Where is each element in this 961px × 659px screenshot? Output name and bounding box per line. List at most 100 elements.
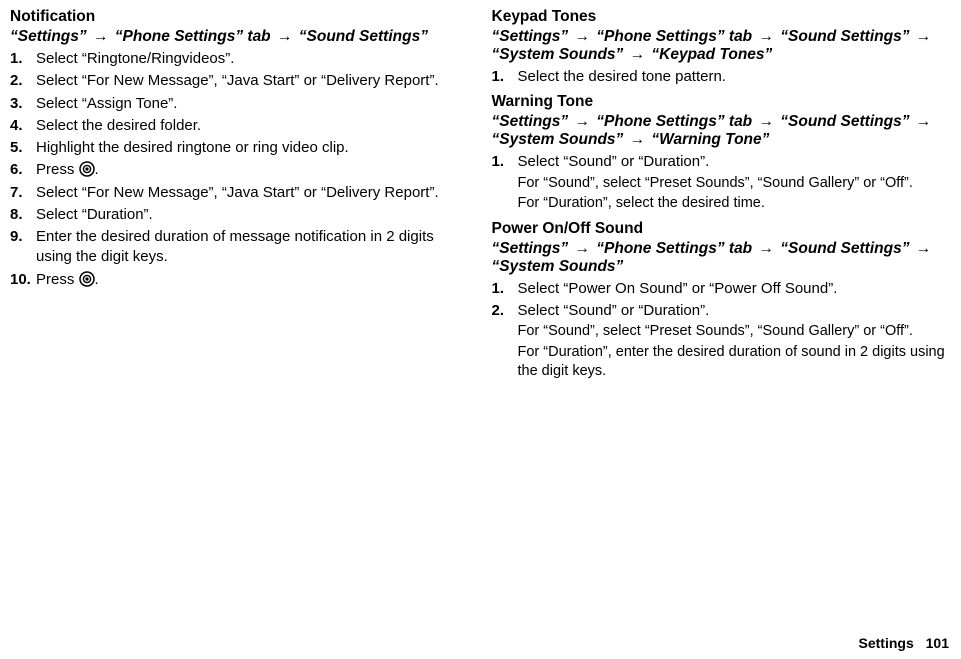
step-text: Select “Ringtone/Ringvideos”.: [36, 50, 234, 67]
breadcrumb-segment: “Sound Settings”: [780, 28, 909, 45]
section-title: Keypad Tones: [492, 8, 952, 26]
step-item: 1.Select “Power On Sound” or “Power Off …: [492, 279, 952, 299]
step-body: Select “Ringtone/Ringvideos”.: [36, 49, 470, 69]
breadcrumb-segment: “System Sounds”: [492, 258, 624, 275]
section-title: Power On/Off Sound: [492, 220, 952, 238]
step-text: Select “Assign Tone”.: [36, 95, 177, 112]
section-steps: 1.Select “Power On Sound” or “Power Off …: [492, 279, 952, 382]
center-button-icon: [79, 161, 95, 177]
step-text-post: .: [95, 271, 99, 288]
step-text-pre: Press: [36, 161, 79, 178]
step-number: 9.: [10, 227, 36, 247]
step-subtext: For “Duration”, select the desired time.: [518, 194, 952, 214]
arrow-icon: →: [752, 240, 780, 257]
arrow-icon: →: [752, 113, 780, 130]
notification-steps: 1.Select “Ringtone/Ringvideos”.2.Select …: [10, 49, 470, 290]
step-body: Select “For New Message”, “Java Start” o…: [36, 183, 470, 203]
breadcrumb-segment: “Phone Settings” tab: [596, 28, 752, 45]
step-subtext: For “Sound”, select “Preset Sounds”, “So…: [518, 322, 952, 342]
step-item: 6.Press .: [10, 160, 470, 180]
breadcrumb-segment: “Phone Settings” tab: [596, 240, 752, 257]
step-item: 9.Enter the desired duration of message …: [10, 227, 470, 268]
step-number: 1.: [492, 152, 518, 172]
arrow-icon: →: [623, 46, 651, 63]
step-number: 3.: [10, 94, 36, 114]
footer-page-number: 101: [926, 635, 949, 651]
step-item: 10.Press .: [10, 270, 470, 290]
step-number: 8.: [10, 205, 36, 225]
step-text: Select “Duration”.: [36, 206, 153, 223]
step-number: 5.: [10, 138, 36, 158]
step-number: 1.: [492, 67, 518, 87]
breadcrumb-segment: “Phone Settings” tab: [596, 113, 752, 130]
arrow-icon: →: [909, 28, 933, 45]
step-body: Select the desired tone pattern.: [518, 67, 952, 87]
step-number: 7.: [10, 183, 36, 203]
breadcrumb-segment: “Sound Settings”: [780, 113, 909, 130]
step-number: 10.: [10, 270, 36, 290]
arrow-icon: →: [752, 28, 780, 45]
step-subtext: For “Sound”, select “Preset Sounds”, “So…: [518, 174, 952, 194]
breadcrumb-segment: “Settings”: [492, 113, 569, 130]
section-steps: 1.Select “Sound” or “Duration”. For “Soun…: [492, 152, 952, 213]
step-text: Select “Sound” or “Duration”.: [518, 153, 710, 170]
arrow-icon: →: [87, 28, 115, 45]
center-button-icon: [79, 271, 95, 287]
step-text: Select “Power On Sound” or “Power Off So…: [518, 280, 838, 297]
step-body: Highlight the desired ringtone or ring v…: [36, 138, 470, 158]
breadcrumb-segment: “Settings”: [492, 28, 569, 45]
step-body: Select “For New Message”, “Java Start” o…: [36, 71, 470, 91]
step-body: Press .: [36, 160, 470, 180]
step-body: Select “Duration”.: [36, 205, 470, 225]
notification-title: Notification: [10, 8, 470, 26]
step-text: Select “Sound” or “Duration”.: [518, 302, 710, 319]
breadcrumb-segment: “Keypad Tones”: [651, 46, 772, 63]
step-item: 1.Select “Ringtone/Ringvideos”.: [10, 49, 470, 69]
step-body: Select the desired folder.: [36, 116, 470, 136]
breadcrumb-segment: “Warning Tone”: [651, 131, 769, 148]
step-text: Select the desired folder.: [36, 117, 201, 134]
section-breadcrumb: “Settings” → “Phone Settings” tab → “Sou…: [492, 28, 952, 64]
step-body: Select “Power On Sound” or “Power Off So…: [518, 279, 952, 299]
breadcrumb-segment: “Sound Settings”: [780, 240, 909, 257]
step-body: Select “Assign Tone”.: [36, 94, 470, 114]
notification-breadcrumb: “Settings” → “Phone Settings” tab → “Sou…: [10, 28, 470, 46]
breadcrumb-segment: “Phone Settings” tab: [115, 28, 271, 45]
section-breadcrumb: “Settings” → “Phone Settings” tab → “Sou…: [492, 113, 952, 149]
step-item: 7.Select “For New Message”, “Java Start”…: [10, 183, 470, 203]
breadcrumb-segment: “Settings”: [492, 240, 569, 257]
arrow-icon: →: [568, 113, 596, 130]
arrow-icon: →: [568, 28, 596, 45]
step-text: Select the desired tone pattern.: [518, 68, 726, 85]
arrow-icon: →: [909, 240, 933, 257]
step-body: Select “Sound” or “Duration”. For “Sound”…: [518, 301, 952, 382]
arrow-icon: →: [623, 131, 651, 148]
step-item: 1.Select “Sound” or “Duration”. For “Soun…: [492, 152, 952, 213]
left-column: Notification “Settings” → “Phone Setting…: [10, 8, 470, 388]
step-text: Select “For New Message”, “Java Start” o…: [36, 72, 439, 89]
section-title: Warning Tone: [492, 93, 952, 111]
step-body: Enter the desired duration of message no…: [36, 227, 470, 268]
arrow-icon: →: [271, 28, 299, 45]
step-number: 1.: [492, 279, 518, 299]
page-footer: Settings 101: [859, 635, 949, 651]
footer-section: Settings: [859, 635, 914, 651]
arrow-icon: →: [909, 113, 933, 130]
step-text: Select “For New Message”, “Java Start” o…: [36, 184, 439, 201]
breadcrumb-segment: “Settings”: [10, 28, 87, 45]
step-text: Highlight the desired ringtone or ring v…: [36, 139, 349, 156]
step-number: 6.: [10, 160, 36, 180]
section-steps: 1.Select the desired tone pattern.: [492, 67, 952, 87]
step-text-post: .: [95, 161, 99, 178]
right-column: Keypad Tones “Settings” → “Phone Settings…: [492, 8, 952, 388]
breadcrumb-segment: “Sound Settings”: [299, 28, 428, 45]
step-number: 4.: [10, 116, 36, 136]
step-text-pre: Press: [36, 271, 79, 288]
arrow-icon: →: [568, 240, 596, 257]
step-number: 1.: [10, 49, 36, 69]
step-item: 4.Select the desired folder.: [10, 116, 470, 136]
breadcrumb-segment: “System Sounds”: [492, 46, 624, 63]
breadcrumb-segment: “System Sounds”: [492, 131, 624, 148]
step-number: 2.: [492, 301, 518, 321]
step-item: 1.Select the desired tone pattern.: [492, 67, 952, 87]
